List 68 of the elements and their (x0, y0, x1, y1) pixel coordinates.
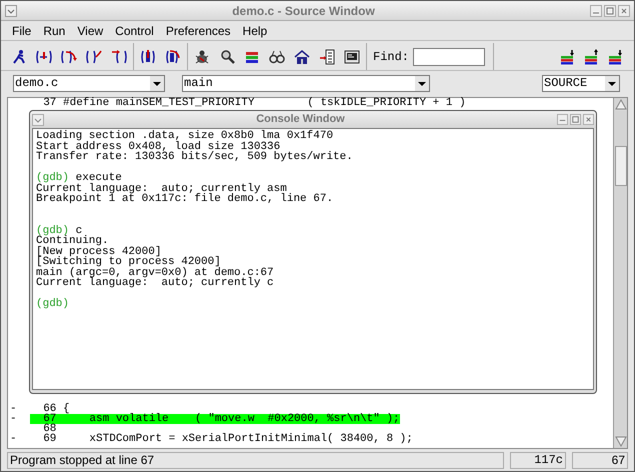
house-icon[interactable] (294, 48, 310, 64)
minimize-icon[interactable] (557, 114, 568, 125)
console-command: c (76, 226, 82, 236)
minimize-icon[interactable] (590, 4, 602, 16)
close-icon[interactable] (618, 4, 630, 16)
console-command: execute (76, 173, 122, 184)
gdb-prompt: (gdb) (36, 173, 70, 184)
status-address: 117c (510, 452, 566, 468)
scrollbar[interactable] (613, 98, 627, 448)
menu-item[interactable]: Help (242, 24, 268, 36)
console-line: Transfer rate: 130336 bits/sec, 509 bytes/write. (36, 152, 354, 162)
source-line: 69 xSTDComPort = xSerialPortInitMinimal( 38400, 8 ); (42, 434, 413, 444)
gdb-prompt: (gdb) (36, 226, 70, 236)
scroll-down-icon[interactable] (614, 436, 626, 448)
source-line: 66 { (42, 404, 70, 414)
maximize-icon[interactable] (604, 4, 616, 16)
scroll-thumb[interactable] (614, 146, 626, 186)
breakpoint-marker: - (10, 404, 18, 414)
breakpoint-marker: - (10, 434, 18, 444)
console-line: [New process 42000] (36, 246, 162, 257)
console-line: Current language: auto; currently c (36, 278, 275, 288)
menu-item[interactable]: Run (43, 24, 66, 36)
magnifier-icon[interactable] (219, 48, 235, 64)
stack-up-icon[interactable] (584, 48, 600, 64)
maximize-icon[interactable] (570, 114, 581, 125)
glasses-icon[interactable] (269, 48, 285, 64)
step-asm-icon[interactable] (140, 48, 156, 64)
window-menu-icon[interactable] (32, 114, 44, 126)
step-into-icon[interactable] (36, 48, 52, 64)
close-icon[interactable] (583, 114, 594, 125)
step-out-icon[interactable] (86, 48, 102, 64)
list-arrow-icon[interactable] (319, 48, 335, 64)
console-line: Breakpoint 1 at 0x117c: file demo.c, line 67. (36, 194, 334, 204)
continue-icon[interactable] (111, 48, 127, 64)
menu-item[interactable]: File (12, 24, 32, 36)
menu-item[interactable]: View (77, 24, 104, 36)
caret-icon (150, 76, 164, 90)
console-line: Start address 0x408, load size 130336 (36, 142, 280, 152)
gdb-prompt: (gdb) (36, 299, 70, 310)
find-field[interactable] (413, 48, 486, 66)
menu-item[interactable]: Control (115, 24, 154, 36)
console-title: Console Window (255, 112, 346, 128)
runner-icon[interactable] (11, 48, 27, 64)
source-line: 68 (42, 424, 58, 434)
breakpoint-marker: - (10, 414, 18, 424)
console-line: Current language: auto; currently asm (36, 184, 287, 194)
menu-item[interactable]: Preferences (166, 24, 231, 36)
window-title: demo.c - Source Window (231, 2, 376, 20)
scroll-up-icon[interactable] (614, 98, 626, 110)
find-label: Find: (373, 48, 410, 66)
console-line: Loading section .data, size 0x8b0 lma 0x1f470 (36, 131, 334, 142)
stack-bottom-icon[interactable] (608, 48, 624, 64)
bug-icon[interactable] (194, 48, 210, 64)
window-menu-icon[interactable] (5, 4, 17, 16)
function-dropdown[interactable]: main (182, 74, 430, 92)
next-asm-icon[interactable] (165, 48, 181, 64)
step-over-icon[interactable] (61, 48, 77, 64)
file-dropdown[interactable]: demo.c (13, 74, 165, 92)
monitor-icon[interactable] (344, 48, 360, 64)
caret-icon (415, 76, 429, 90)
console-line: [Switching to process 42000] (36, 257, 221, 268)
console-line: main (argc=0, argv=0x0) at demo.c:67 (36, 268, 275, 278)
source-line: 37 #define mainSEM_TEST_PRIORITY ( tskIDLE_PRIORITY + 1 ) (42, 98, 466, 108)
caret-icon (605, 76, 619, 90)
stack-down-icon[interactable] (560, 48, 576, 64)
status-message: Program stopped at line 67 (7, 452, 504, 468)
console-line: Continuing. (36, 236, 110, 246)
mode-dropdown[interactable]: SOURCE (542, 74, 620, 92)
